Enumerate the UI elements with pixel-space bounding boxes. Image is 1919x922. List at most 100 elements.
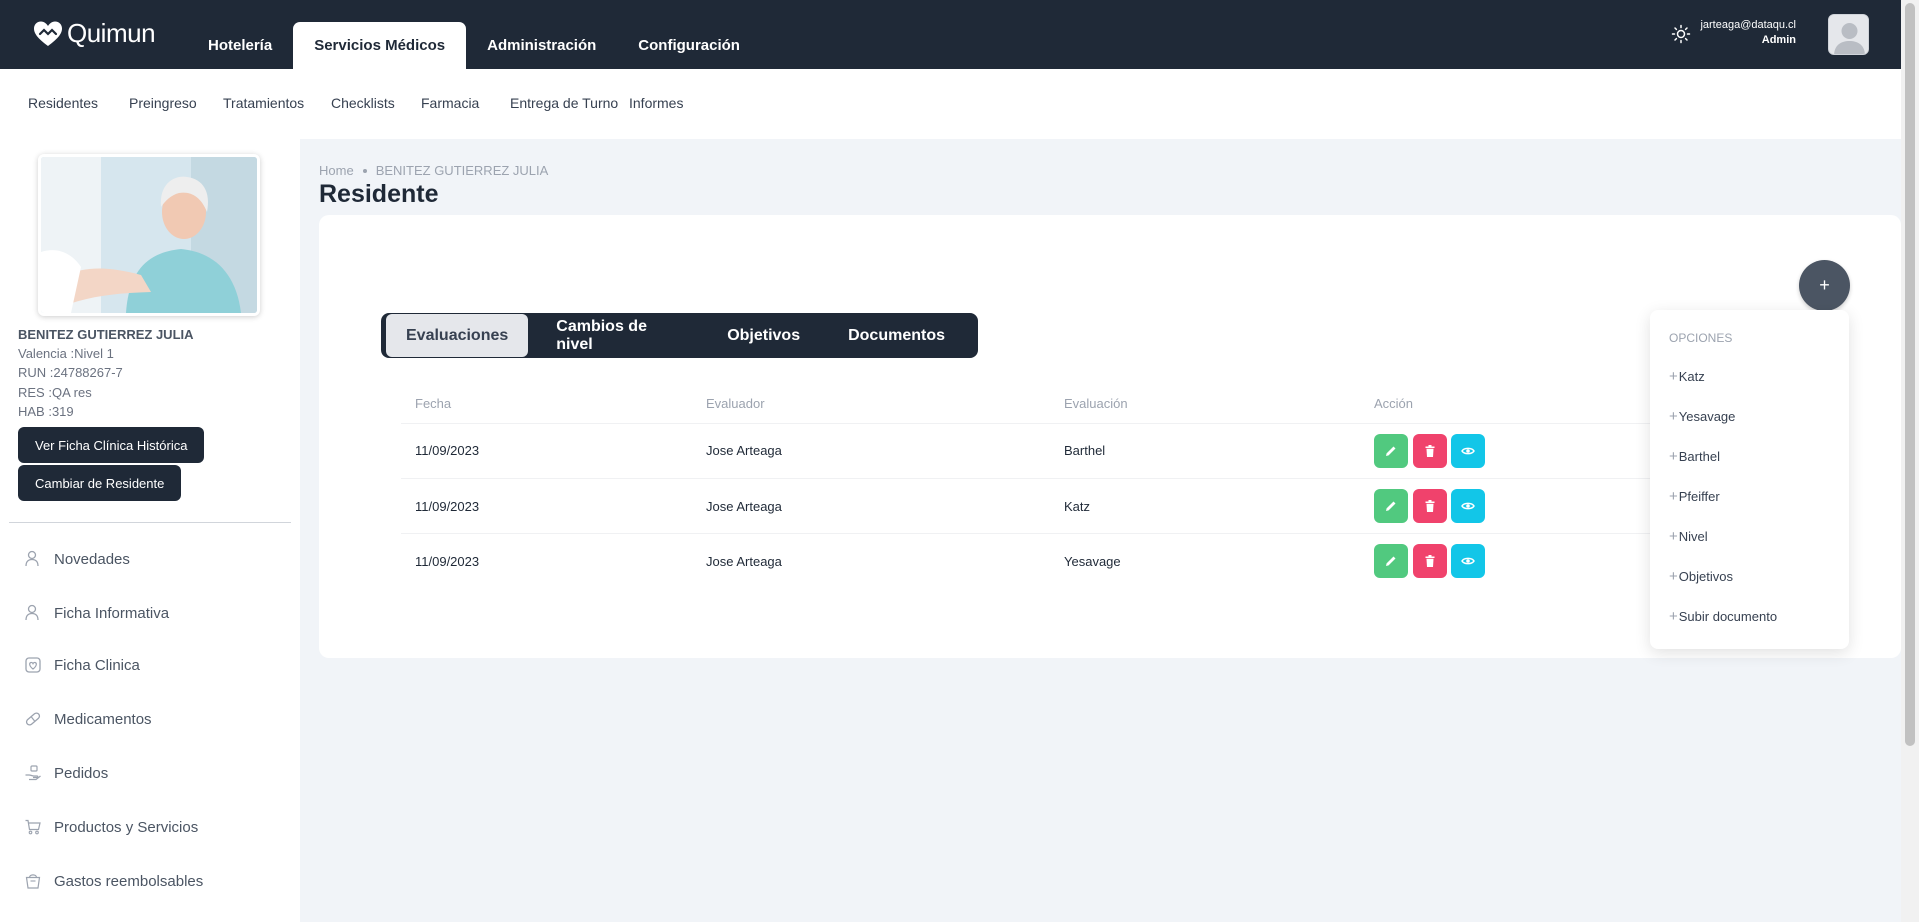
plus-icon: + <box>1669 528 1678 545</box>
option-pfeiffer[interactable]: + Pfeiffer <box>1669 488 1720 505</box>
column-header-evaluador: Evaluador <box>706 396 765 411</box>
option-katz[interactable]: + Katz <box>1669 368 1705 385</box>
subnav-checklists[interactable]: Checklists <box>331 95 395 111</box>
cell-evaluador: Jose Arteaga <box>706 499 782 514</box>
user-email: jarteaga@dataqu.cl <box>1700 19 1796 31</box>
theme-toggle-sun-icon[interactable] <box>1671 24 1691 44</box>
option-label: Pfeiffer <box>1678 489 1720 504</box>
main-nav-servicios-medicos[interactable]: Servicios Médicos <box>293 22 467 69</box>
option-label: Subir documento <box>1678 609 1778 624</box>
user-icon <box>25 550 39 567</box>
trash-icon <box>1425 500 1435 512</box>
sidebar-item-label: Novedades <box>54 550 130 568</box>
trash-icon <box>1425 555 1435 567</box>
breadcrumb: Home BENITEZ GUTIERREZ JULIA <box>319 163 548 178</box>
delete-button[interactable] <box>1413 434 1447 468</box>
trash-icon <box>1425 445 1435 457</box>
resident-hab: HAB :319 <box>18 404 74 419</box>
tab-cambios-de-nivel[interactable]: Cambios de nivel <box>536 314 699 357</box>
option-objetivos[interactable]: + Objetivos <box>1669 568 1733 585</box>
plus-icon: + <box>1669 608 1678 625</box>
pencil-icon <box>1386 446 1396 456</box>
sub-nav: Residentes Preingreso Tratamientos Check… <box>0 69 1901 139</box>
logo-heart-icon <box>34 21 62 46</box>
scrollbar-thumb[interactable] <box>1905 3 1915 746</box>
option-subir-documento[interactable]: + Subir documento <box>1669 608 1777 625</box>
resident-run: RUN :24788267-7 <box>18 365 123 380</box>
clipboard-heart-icon <box>25 657 41 673</box>
cell-fecha: 11/09/2023 <box>415 554 480 569</box>
subnav-preingreso[interactable]: Preingreso <box>129 95 197 111</box>
page-title: Residente <box>319 180 439 208</box>
sidebar-item-label: Pedidos <box>54 764 109 782</box>
cell-fecha: 11/09/2023 <box>415 499 480 514</box>
hand-box-icon <box>25 765 41 781</box>
options-dropdown: OPCIONES + Katz + Yesavage + Barthel + Pfeif… <box>1650 310 1849 649</box>
pencil-icon <box>1386 501 1396 511</box>
sidebar-divider <box>9 522 291 523</box>
plus-icon: + <box>1669 488 1678 505</box>
view-button[interactable] <box>1451 434 1485 468</box>
tab-evaluaciones[interactable]: Evaluaciones <box>386 314 529 357</box>
subnav-farmacia[interactable]: Farmacia <box>421 95 479 111</box>
sidebar-item-pedidos[interactable]: Pedidos <box>24 764 108 782</box>
sidebar-item-gastos-reembolsables[interactable]: Gastos reembolsables <box>24 872 203 890</box>
edit-button[interactable] <box>1374 489 1408 523</box>
eye-icon <box>1461 502 1475 510</box>
view-button[interactable] <box>1451 544 1485 578</box>
subnav-informes[interactable]: Informes <box>629 95 683 111</box>
pill-icon <box>25 712 41 726</box>
pencil-icon <box>1386 556 1396 566</box>
avatar[interactable] <box>1828 14 1869 55</box>
view-button[interactable] <box>1451 489 1485 523</box>
delete-button[interactable] <box>1413 489 1447 523</box>
cell-evaluador: Jose Arteaga <box>706 554 782 569</box>
option-barthel[interactable]: + Barthel <box>1669 448 1720 465</box>
sidebar-item-novedades[interactable]: Novedades <box>24 550 130 568</box>
breadcrumb-home[interactable]: Home <box>319 163 354 178</box>
breadcrumb-current: BENITEZ GUTIERREZ JULIA <box>375 163 549 178</box>
main-nav-configuracion[interactable]: Configuración <box>617 22 761 69</box>
resident-photo-image <box>41 157 257 313</box>
option-label: Nivel <box>1678 529 1708 544</box>
sidebar-item-ficha-clinica[interactable]: Ficha Clinica <box>24 656 140 674</box>
delete-button[interactable] <box>1413 544 1447 578</box>
cell-evaluacion: Katz <box>1064 499 1091 514</box>
main-nav-administracion[interactable]: Administración <box>466 22 617 69</box>
tab-documentos[interactable]: Documentos <box>828 314 965 357</box>
edit-button[interactable] <box>1374 434 1408 468</box>
row-divider <box>401 478 1651 479</box>
basket-icon <box>25 874 41 889</box>
sidebar-item-label: Gastos reembolsables <box>54 872 204 890</box>
sidebar: BENITEZ GUTIERREZ JULIA Valencia :Nivel … <box>0 139 300 922</box>
tab-objetivos[interactable]: Objetivos <box>707 314 820 357</box>
option-label: Katz <box>1678 369 1705 384</box>
view-history-button[interactable]: Ver Ficha Clínica Histórica <box>18 427 205 463</box>
cart-icon <box>25 819 41 835</box>
user-info[interactable]: jarteaga@dataqu.cl Admin <box>1700 18 1796 48</box>
app-name: Quimun <box>67 18 156 48</box>
cell-fecha: 11/09/2023 <box>415 443 480 458</box>
sidebar-item-ficha-informativa[interactable]: Ficha Informativa <box>24 604 169 622</box>
sidebar-item-label: Medicamentos <box>54 710 152 728</box>
edit-button[interactable] <box>1374 544 1408 578</box>
sidebar-item-medicamentos[interactable]: Medicamentos <box>24 710 152 728</box>
main-nav: Hotelería Servicios Médicos Administraci… <box>187 22 761 69</box>
sidebar-item-label: Productos y Servicios <box>54 818 199 836</box>
option-yesavage[interactable]: + Yesavage <box>1669 408 1735 425</box>
app-logo[interactable]: Quimun <box>33 18 156 49</box>
column-header-fecha: Fecha <box>415 396 452 411</box>
top-bar: Quimun Hotelería Servicios Médicos Admin… <box>0 0 1901 69</box>
change-resident-button[interactable]: Cambiar de Residente <box>18 465 182 501</box>
add-options-button[interactable]: + <box>1799 260 1850 311</box>
column-header-accion: Acción <box>1374 396 1414 411</box>
option-nivel[interactable]: + Nivel <box>1669 528 1708 545</box>
subnav-residentes[interactable]: Residentes <box>28 95 98 111</box>
subnav-entrega-de-turno[interactable]: Entrega de Turno <box>510 95 618 111</box>
dropdown-header: OPCIONES <box>1669 331 1733 345</box>
sidebar-item-productos-servicios[interactable]: Productos y Servicios <box>24 818 198 836</box>
main-nav-hoteleria[interactable]: Hotelería <box>187 22 293 69</box>
eye-icon <box>1461 447 1475 455</box>
user-avatar-icon <box>1829 15 1868 54</box>
subnav-tratamientos[interactable]: Tratamientos <box>223 95 304 111</box>
